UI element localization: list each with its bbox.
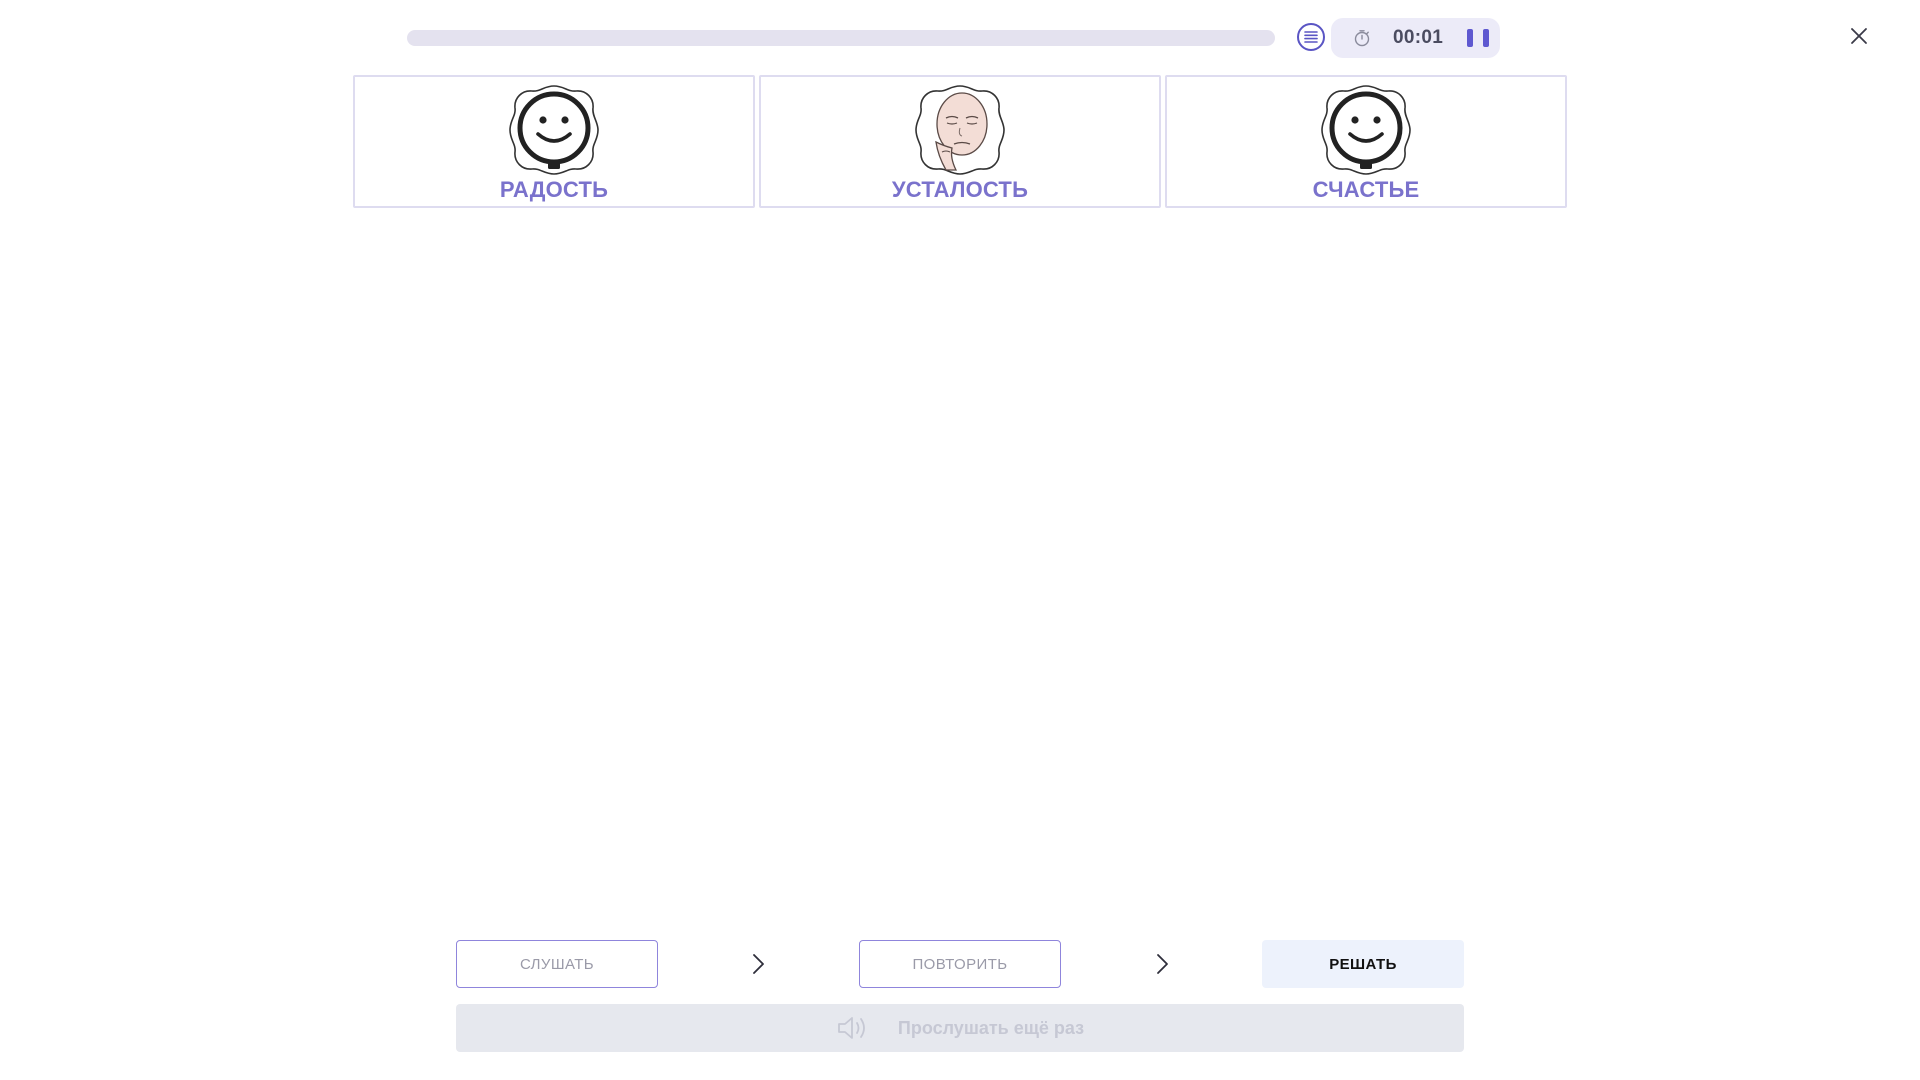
close-icon bbox=[1851, 28, 1867, 44]
close-button[interactable] bbox=[1847, 24, 1871, 48]
pause-icon bbox=[1467, 29, 1474, 47]
tired-face-icon bbox=[915, 85, 1005, 175]
card-label: СЧАСТЬЕ bbox=[1312, 177, 1420, 202]
smiley-face-icon bbox=[1321, 85, 1411, 175]
solve-step-button[interactable]: РЕШАТЬ bbox=[1262, 940, 1464, 988]
card-label: УСТАЛОСТЬ bbox=[891, 177, 1029, 202]
card-label: РАДОСТЬ bbox=[499, 177, 609, 202]
progress-bar bbox=[407, 30, 1275, 46]
listen-again-label: Прослушать ещё раз bbox=[897, 1017, 1085, 1038]
answer-cards: РАДОСТЬ УСТАЛОСТЬ СЧАСТЬЕ bbox=[353, 75, 1567, 208]
repeat-step-button[interactable]: ПОВТОРИТЬ bbox=[859, 940, 1061, 988]
card-ustalost[interactable]: УСТАЛОСТЬ bbox=[759, 75, 1161, 208]
listen-again-button[interactable]: Прослушать ещё раз bbox=[456, 1004, 1464, 1052]
speaker-icon bbox=[838, 1017, 865, 1039]
step-navigation: СЛУШАТЬ ПОВТОРИТЬ РЕШАТЬ bbox=[456, 940, 1464, 988]
smiley-face-icon bbox=[509, 85, 599, 175]
card-radost[interactable]: РАДОСТЬ bbox=[353, 75, 755, 208]
chevron-right-icon bbox=[753, 954, 764, 974]
pause-button[interactable] bbox=[1467, 27, 1490, 49]
list-button[interactable] bbox=[1297, 23, 1325, 51]
list-icon bbox=[1304, 31, 1318, 43]
stopwatch-icon bbox=[1354, 30, 1370, 47]
card-schaste[interactable]: СЧАСТЬЕ bbox=[1165, 75, 1567, 208]
timer: 00:01 bbox=[1331, 18, 1500, 58]
exercise-screen: 00:01 РАДОСТЬ УСТАЛОСТЬ СЧАСТЬЕ СЛУШАТЬ … bbox=[0, 0, 1920, 1080]
listen-step-button[interactable]: СЛУШАТЬ bbox=[456, 940, 658, 988]
chevron-right-icon bbox=[1157, 954, 1168, 974]
timer-value: 00:01 bbox=[1393, 27, 1444, 48]
pause-icon-bar bbox=[1483, 29, 1490, 47]
